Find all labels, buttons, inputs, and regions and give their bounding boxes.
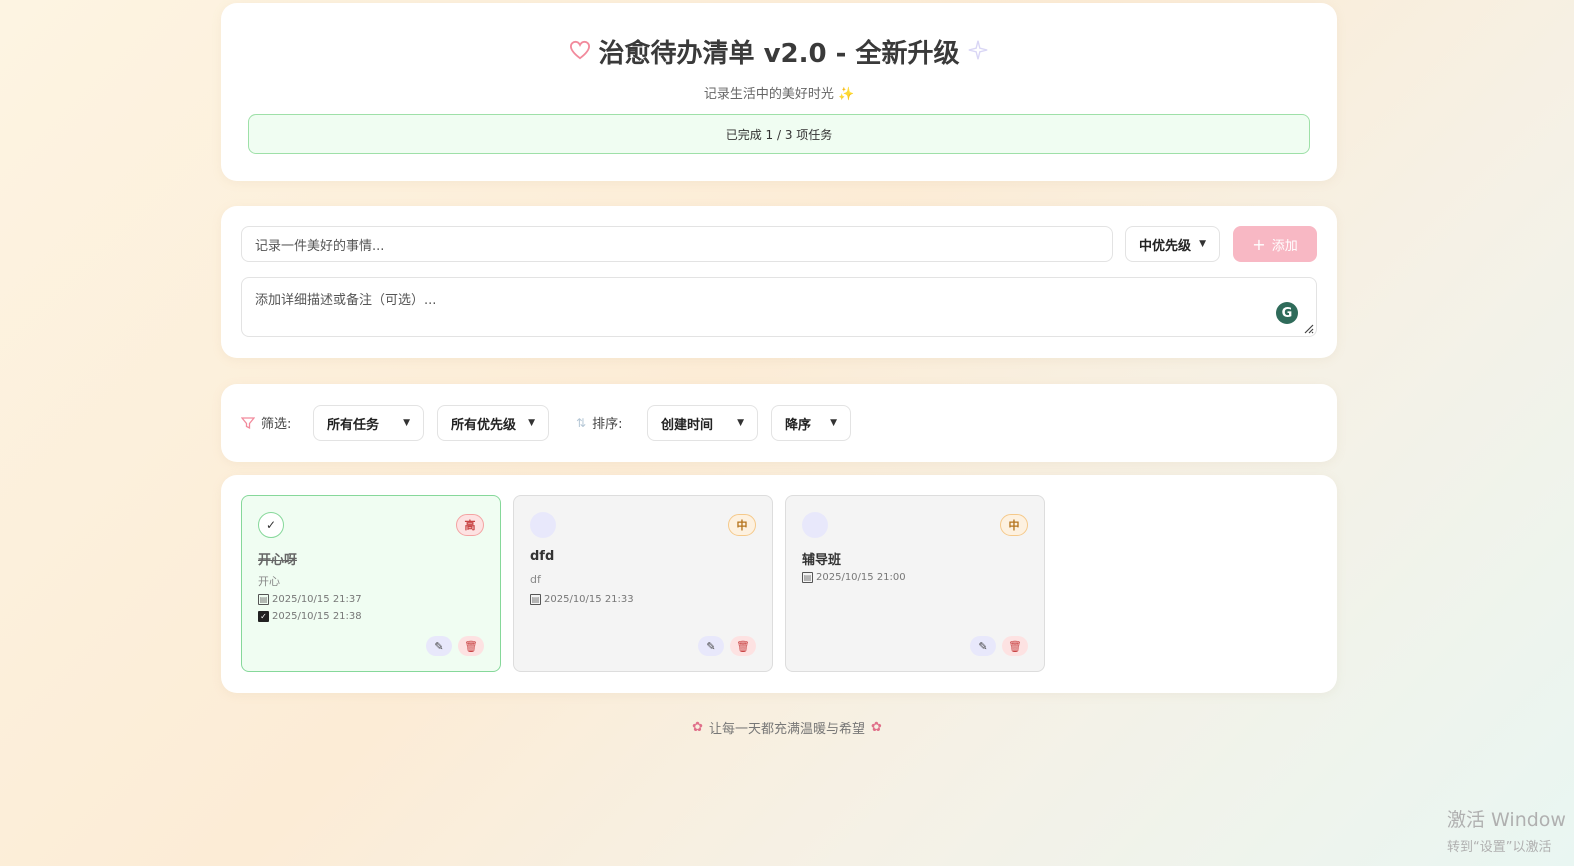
created-time: ▤ 2025/10/15 21:33 xyxy=(530,594,634,605)
status-filter-value: 所有任务 xyxy=(327,417,380,433)
watermark-line1: 激活 Window xyxy=(1447,809,1566,831)
task-card: 中 dfd df ▤ 2025/10/15 21:33 ✎ 🗑 xyxy=(513,495,773,672)
completed-time: ✓ 2025/10/15 21:38 xyxy=(258,611,362,622)
title-row: 治愈待办清单 v2.0 - 全新升级 xyxy=(221,33,1337,70)
edit-button[interactable]: ✎ xyxy=(698,636,724,656)
complete-toggle[interactable] xyxy=(530,512,556,538)
sort-field-select[interactable]: 创建时间 ▼ xyxy=(647,405,758,441)
plus-icon: + xyxy=(1252,234,1266,254)
checkbox-checked-icon: ✓ xyxy=(258,611,269,622)
sort-field-value: 创建时间 xyxy=(661,417,714,433)
created-time: ▤ 2025/10/15 21:00 xyxy=(802,572,906,583)
header-card: 治愈待办清单 v2.0 - 全新升级 记录生活中的美好时光 ✨ 已完成 1 / … xyxy=(221,3,1337,181)
windows-activation-watermark: 激活 Window 转到“设置”以激活 xyxy=(1447,805,1566,855)
created-time-text: 2025/10/15 21:33 xyxy=(544,594,634,605)
sort-order-value: 降序 xyxy=(785,417,812,433)
flower-icon: ✿ xyxy=(692,720,703,735)
trash-icon: 🗑 xyxy=(464,639,478,653)
progress-status: 已完成 1 / 3 项任务 xyxy=(248,114,1310,154)
resize-handle-icon[interactable] xyxy=(1302,322,1314,334)
complete-toggle[interactable] xyxy=(802,512,828,538)
footer-text: 让每一天都充满温暖与希望 xyxy=(708,722,865,737)
task-card: 中 辅导班 ▤ 2025/10/15 21:00 ✎ 🗑 xyxy=(785,495,1045,672)
subtitle-text: 记录生活中的美好时光 xyxy=(703,87,834,102)
priority-badge: 中 xyxy=(1000,514,1028,536)
filter-label: 筛选: xyxy=(241,413,291,432)
description-placeholder: 添加详细描述或备注（可选）... xyxy=(255,293,437,308)
status-filter-select[interactable]: 所有任务 ▼ xyxy=(313,405,424,441)
task-title: dfd xyxy=(530,549,555,564)
priority-select[interactable]: 中优先级 ▼ xyxy=(1125,226,1220,262)
filter-label-text: 筛选: xyxy=(261,417,292,432)
trash-icon: 🗑 xyxy=(1008,639,1022,653)
created-time: ▤ 2025/10/15 21:37 xyxy=(258,594,362,605)
priority-badge: 高 xyxy=(456,514,484,536)
pencil-icon: ✎ xyxy=(706,639,716,653)
task-title-input[interactable]: 记录一件美好的事情... xyxy=(241,226,1113,262)
calendar-icon: ▤ xyxy=(258,594,269,605)
checkmark-icon: ✓ xyxy=(265,518,277,532)
grammarly-icon[interactable]: G xyxy=(1276,302,1298,324)
complete-toggle[interactable]: ✓ xyxy=(258,512,284,538)
task-card: ✓ 高 开心呀 开心 ▤ 2025/10/15 21:37 ✓ 2025/10/… xyxy=(241,495,501,672)
task-list-card: ✓ 高 开心呀 开心 ▤ 2025/10/15 21:37 ✓ 2025/10/… xyxy=(221,475,1337,693)
created-time-text: 2025/10/15 21:00 xyxy=(816,572,906,583)
description-textarea[interactable]: 添加详细描述或备注（可选）... G xyxy=(241,277,1317,337)
calendar-icon: ▤ xyxy=(802,572,813,583)
task-title: 辅导班 xyxy=(802,553,842,568)
sort-label-text: 排序: xyxy=(592,417,623,432)
edit-button[interactable]: ✎ xyxy=(426,636,452,656)
task-description: 开心 xyxy=(258,575,280,588)
task-description: df xyxy=(530,573,541,586)
priority-select-value: 中优先级 xyxy=(1139,238,1192,254)
sparkles-emoji-icon: ✨ xyxy=(837,87,855,102)
priority-filter-value: 所有优先级 xyxy=(451,417,517,433)
pencil-icon: ✎ xyxy=(434,639,444,653)
filter-bar-card: 筛选: 所有任务 ▼ 所有优先级 ▼ ⇅ 排序: 创建时间 ▼ 降序 ▼ xyxy=(221,384,1337,462)
completed-time-text: 2025/10/15 21:38 xyxy=(272,611,362,622)
page-title: 治愈待办清单 v2.0 - 全新升级 xyxy=(598,39,960,69)
add-button[interactable]: + 添加 xyxy=(1233,226,1317,262)
trash-icon: 🗑 xyxy=(736,639,750,653)
footer: ✿ 让每一天都充满温暖与希望 ✿ xyxy=(0,718,1574,737)
priority-filter-select[interactable]: 所有优先级 ▼ xyxy=(437,405,549,441)
edit-button[interactable]: ✎ xyxy=(970,636,996,656)
watermark-line2: 转到“设置”以激活 xyxy=(1447,840,1552,855)
chevron-down-icon: ▼ xyxy=(1199,239,1206,249)
chevron-down-icon: ▼ xyxy=(830,418,837,428)
chevron-down-icon: ▼ xyxy=(403,418,410,428)
priority-badge: 中 xyxy=(728,514,756,536)
chevron-down-icon: ▼ xyxy=(737,418,744,428)
delete-button[interactable]: 🗑 xyxy=(730,636,756,656)
delete-button[interactable]: 🗑 xyxy=(458,636,484,656)
filter-icon xyxy=(241,416,255,429)
add-button-label: 添加 xyxy=(1271,238,1298,254)
subtitle: 记录生活中的美好时光 ✨ xyxy=(221,83,1337,102)
created-time-text: 2025/10/15 21:37 xyxy=(272,594,362,605)
sort-label: ⇅ 排序: xyxy=(576,413,623,433)
delete-button[interactable]: 🗑 xyxy=(1002,636,1028,656)
heart-icon xyxy=(569,40,591,64)
calendar-icon: ▤ xyxy=(530,594,541,605)
sort-arrows-icon: ⇅ xyxy=(576,415,587,430)
sort-order-select[interactable]: 降序 ▼ xyxy=(771,405,851,441)
add-task-card: 记录一件美好的事情... 中优先级 ▼ + 添加 添加详细描述或备注（可选）..… xyxy=(221,206,1337,358)
flower-icon: ✿ xyxy=(871,720,882,735)
sparkle-icon xyxy=(967,39,989,65)
chevron-down-icon: ▼ xyxy=(528,418,535,428)
pencil-icon: ✎ xyxy=(978,639,988,653)
task-title: 开心呀 xyxy=(258,553,298,568)
